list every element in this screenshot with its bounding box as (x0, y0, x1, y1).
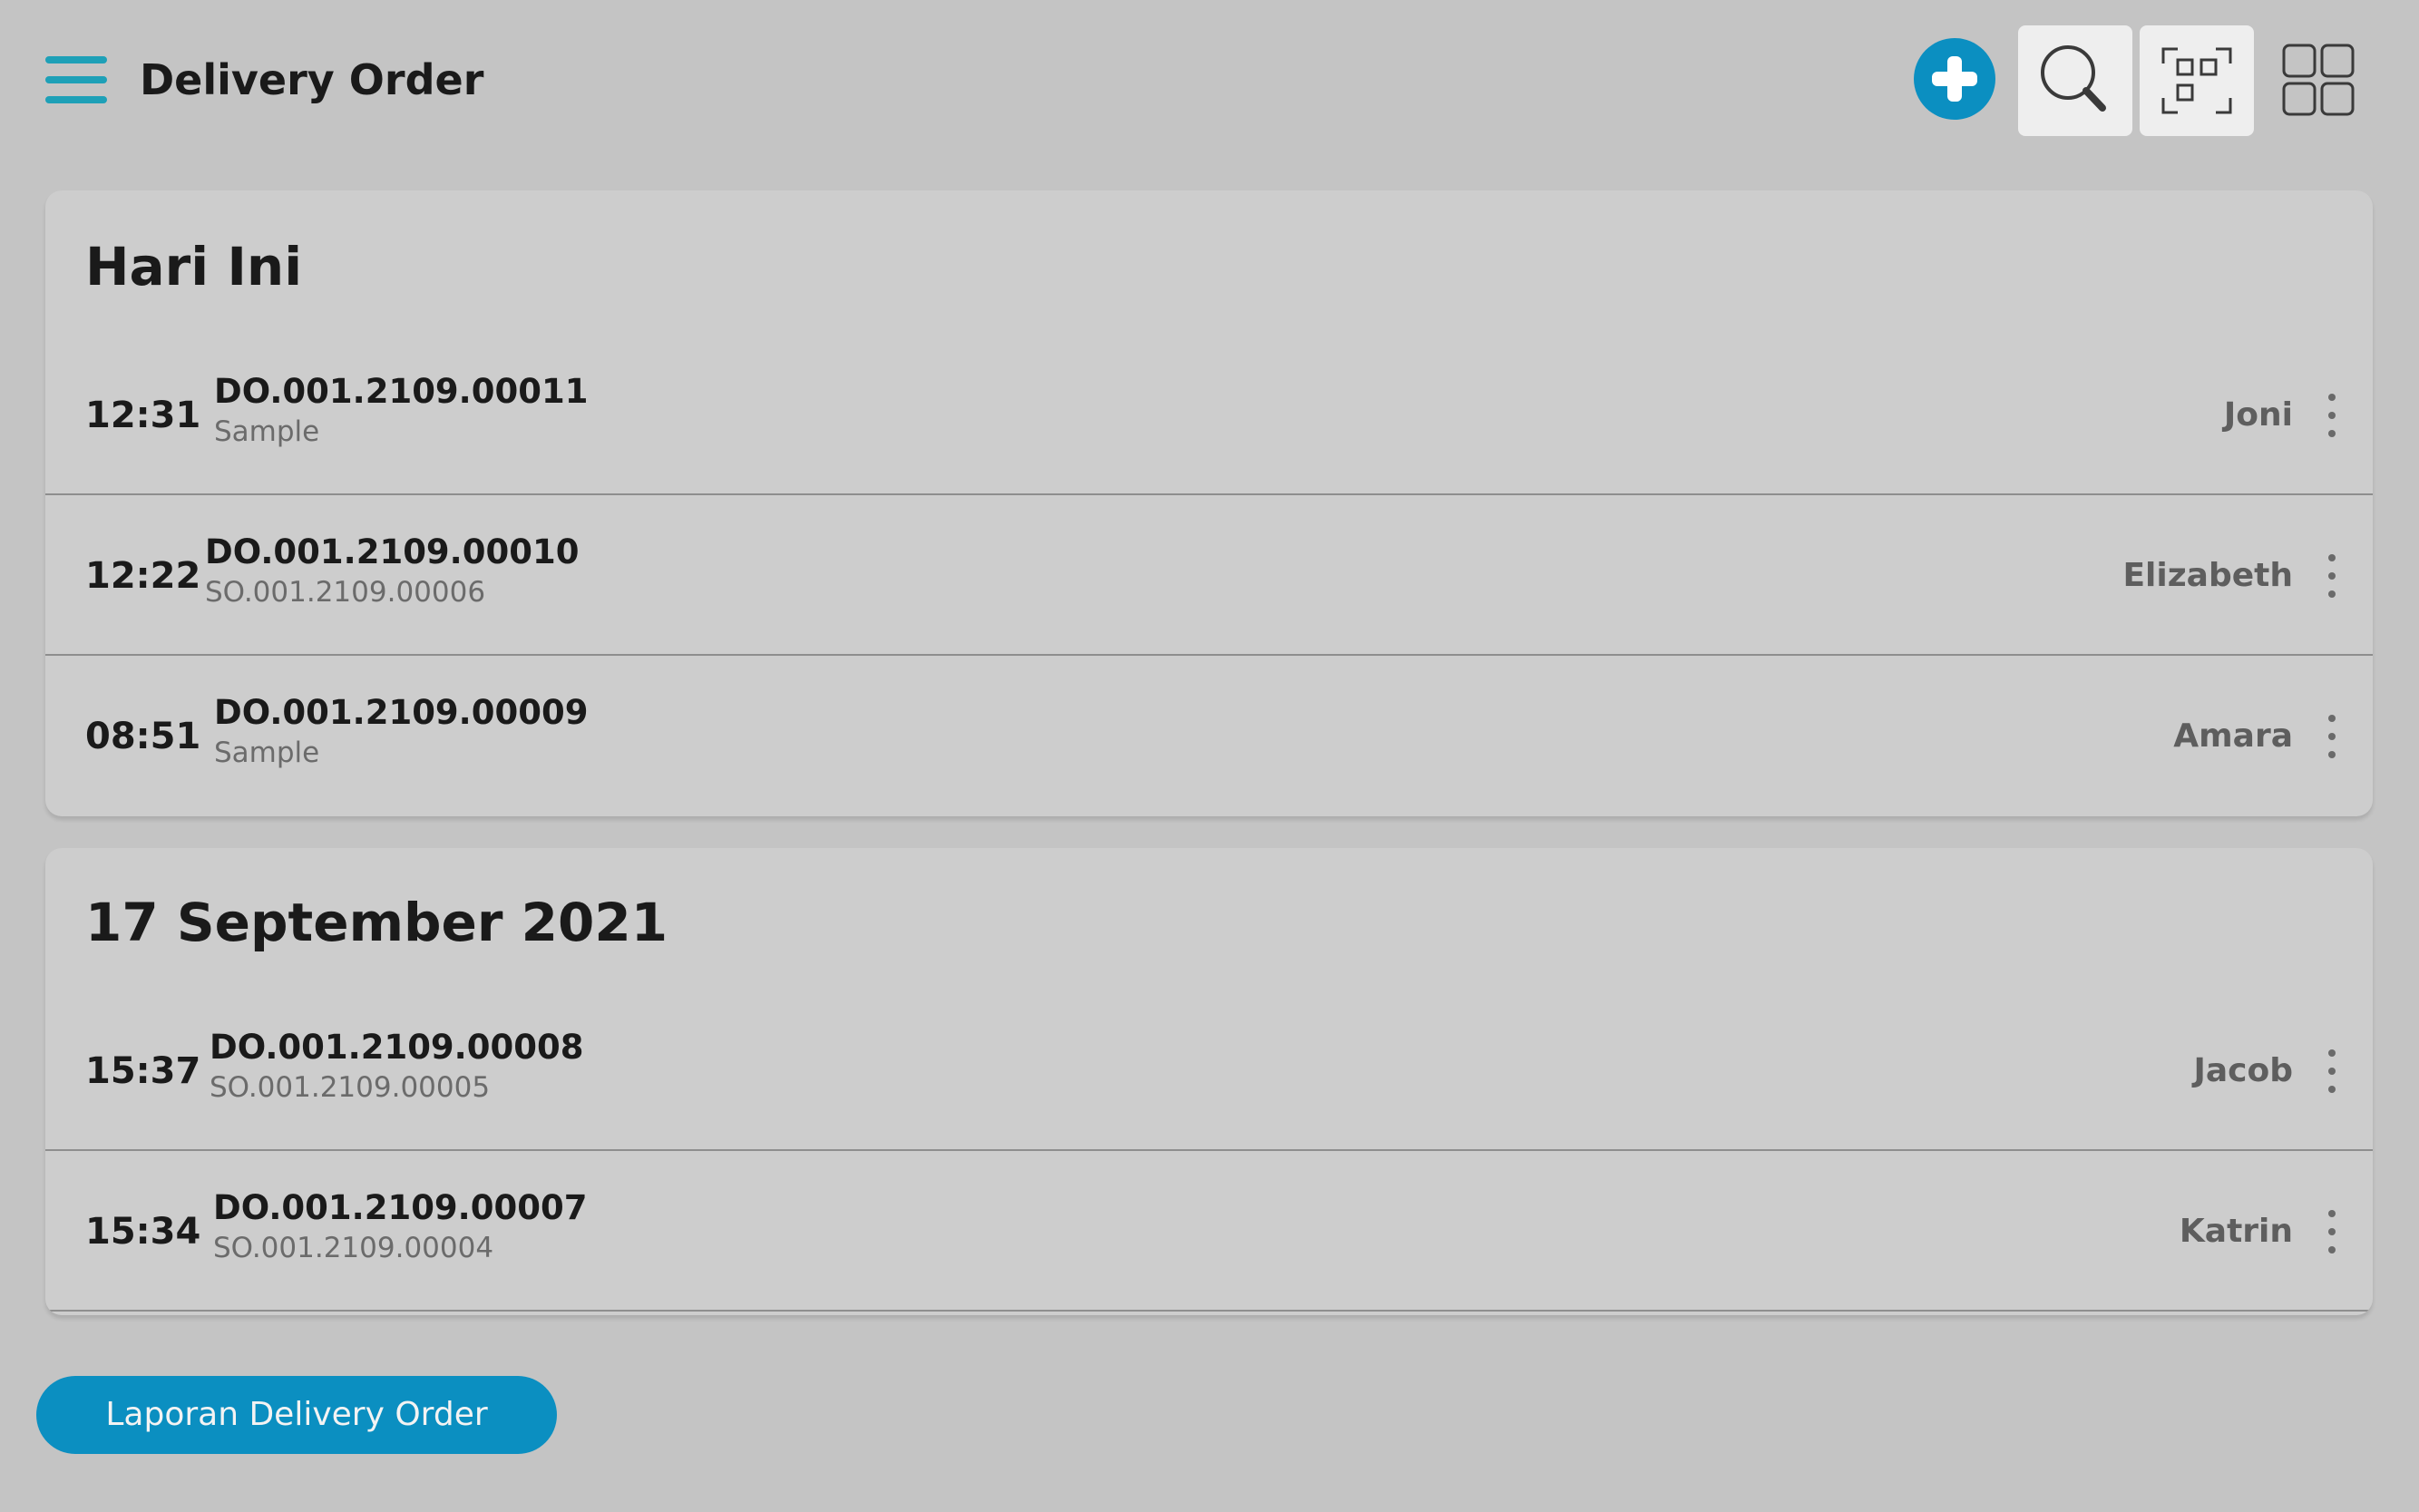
item-person: Joni (2223, 396, 2293, 434)
item-doc-number: DO.001.2109.00007 (213, 1188, 588, 1227)
item-reference: Sample (214, 736, 320, 769)
section-card-today: Hari Ini 12:31 DO.001.2109.00011 Sample … (45, 190, 2373, 816)
more-options-icon[interactable] (2320, 715, 2342, 758)
grid-view-icon (2282, 44, 2355, 116)
item-time: 12:31 (85, 395, 201, 436)
divider (45, 1310, 2373, 1312)
item-time: 15:37 (85, 1050, 201, 1092)
item-reference: Sample (214, 415, 320, 448)
more-options-icon[interactable] (2320, 1210, 2342, 1253)
list-item[interactable]: 08:51 DO.001.2109.00009 Sample Amara (45, 657, 2373, 816)
item-reference: SO.001.2109.00006 (205, 576, 486, 609)
item-doc-number: DO.001.2109.00010 (205, 532, 580, 571)
section-card-date: 17 September 2021 15:37 DO.001.2109.0000… (45, 848, 2373, 1315)
search-button[interactable] (2018, 25, 2132, 136)
divider (45, 1149, 2373, 1151)
menu-icon[interactable] (44, 53, 109, 107)
list-item[interactable]: 15:34 DO.001.2109.00007 SO.001.2109.0000… (45, 1152, 2373, 1312)
more-options-icon[interactable] (2320, 554, 2342, 598)
list-item[interactable]: 15:37 DO.001.2109.00008 SO.001.2109.0000… (45, 991, 2373, 1151)
report-button[interactable]: Laporan Delivery Order (36, 1376, 557, 1454)
list-item[interactable]: 12:22 DO.001.2109.00010 SO.001.2109.0000… (45, 496, 2373, 656)
item-doc-number: DO.001.2109.00009 (214, 693, 589, 732)
grid-view-button[interactable] (2260, 25, 2375, 136)
item-time: 12:22 (85, 555, 201, 597)
item-doc-number: DO.001.2109.00011 (214, 372, 589, 411)
section-title: Hari Ini (85, 236, 303, 298)
item-doc-number: DO.001.2109.00008 (210, 1028, 584, 1067)
item-time: 08:51 (85, 716, 201, 757)
item-person: Katrin (2179, 1213, 2293, 1250)
scan-button[interactable] (2140, 25, 2254, 136)
app-root: Delivery Order Hari Ini 12:31 DO.001.210… (0, 0, 2419, 1512)
item-person: Elizabeth (2122, 557, 2293, 594)
item-person: Amara (2173, 717, 2293, 755)
page-title: Delivery Order (140, 55, 484, 104)
divider (45, 654, 2373, 656)
add-button[interactable] (1914, 38, 1995, 120)
qr-scan-icon (2161, 47, 2232, 114)
item-person: Jacob (2193, 1052, 2293, 1089)
section-title: 17 September 2021 (85, 892, 668, 953)
more-options-icon[interactable] (2320, 394, 2342, 437)
top-bar: Delivery Order (0, 0, 2419, 161)
item-time: 15:34 (85, 1211, 201, 1253)
item-reference: SO.001.2109.00004 (213, 1232, 494, 1264)
more-options-icon[interactable] (2320, 1049, 2342, 1093)
divider (45, 493, 2373, 495)
item-reference: SO.001.2109.00005 (210, 1071, 491, 1104)
list-item[interactable]: 12:31 DO.001.2109.00011 Sample Joni (45, 336, 2373, 495)
search-icon (2041, 45, 2106, 112)
